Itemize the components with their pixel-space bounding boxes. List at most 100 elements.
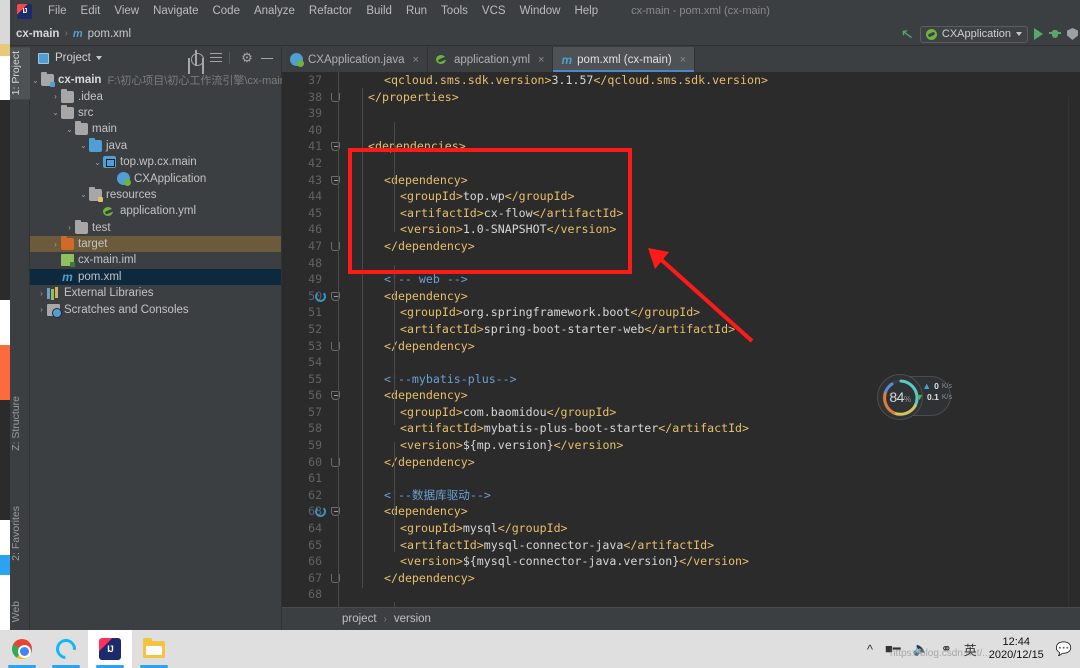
- menu-item-vcs[interactable]: VCS: [475, 3, 513, 19]
- collapse-all-icon[interactable]: [208, 50, 224, 66]
- code-line[interactable]: <groupId>com.baomidou</groupId>: [352, 404, 1080, 421]
- code-line[interactable]: [352, 122, 1080, 139]
- code-line[interactable]: </dependency>: [352, 454, 1080, 471]
- taskbar-qq[interactable]: [44, 630, 88, 668]
- code-line[interactable]: <groupId>top.wp</groupId>: [352, 188, 1080, 205]
- breadcrumb-project[interactable]: cx-main: [16, 28, 59, 40]
- code-line[interactable]: <dependency>: [352, 503, 1080, 520]
- tree-item-pom-xml[interactable]: m pom.xml: [30, 268, 281, 286]
- chevron-right-icon[interactable]: ›: [36, 305, 47, 314]
- sidebar-item-web[interactable]: Web: [10, 597, 30, 626]
- code-line[interactable]: </dependency>: [352, 338, 1080, 355]
- chevron-down-icon[interactable]: ⌄: [78, 190, 89, 199]
- tree-item-idea[interactable]: › .idea: [30, 88, 281, 104]
- code-line[interactable]: </dependency>: [352, 238, 1080, 255]
- run-icon[interactable]: [1034, 28, 1043, 40]
- tab-pom-xml[interactable]: m pom.xml (cx-main) ×: [553, 47, 696, 72]
- chevron-right-icon[interactable]: ›: [50, 92, 61, 101]
- tree-item-java[interactable]: ⌄ java: [30, 137, 281, 154]
- code-line[interactable]: <artifactId>mysql-connector-java</artifa…: [352, 537, 1080, 554]
- tree-item-external-libraries[interactable]: › External Libraries: [30, 285, 281, 301]
- tree-item-top-wp-cx-main[interactable]: ⌄ top.wp.cx.main: [30, 154, 281, 170]
- code-line[interactable]: <artifactId>spring-boot-starter-web</art…: [352, 321, 1080, 338]
- taskbar-explorer[interactable]: [132, 630, 176, 668]
- coverage-icon[interactable]: [1067, 28, 1078, 40]
- editor-gutter[interactable]: 37 38 39 40 41 42 43 44 45 46 47 48 49 50 51 52 53 54 55 56…: [282, 72, 352, 607]
- taskbar-intellij[interactable]: [88, 630, 132, 668]
- debug-icon[interactable]: [1049, 28, 1061, 40]
- code-line[interactable]: </dependency>: [352, 570, 1080, 587]
- hide-icon[interactable]: [259, 50, 275, 66]
- menu-item-edit[interactable]: Edit: [74, 3, 108, 19]
- breadcrumb-version-node[interactable]: version: [394, 613, 431, 625]
- chevron-right-icon[interactable]: ›: [50, 240, 61, 249]
- close-icon[interactable]: ×: [413, 54, 419, 66]
- tree-item-cx-main[interactable]: ⌄ cx-main F:\初心项目\初心工作流引擎\cx-main: [30, 72, 286, 88]
- menu-item-refactor[interactable]: Refactor: [302, 3, 359, 19]
- maven-reload-icon[interactable]: [315, 506, 326, 518]
- code-line[interactable]: <artifactId>mybatis-plus-boot-starter</a…: [352, 420, 1080, 437]
- chevron-down-icon[interactable]: ⌄: [64, 125, 75, 134]
- maven-reload-icon[interactable]: [315, 290, 326, 302]
- performance-widget[interactable]: 84% ▲ 0 K/s ▼ 0.1 K/s: [877, 374, 952, 420]
- tree-item-application-yml[interactable]: application.yml: [30, 203, 281, 219]
- tab-application-yml[interactable]: application.yml ×: [428, 47, 554, 72]
- chevron-down-icon[interactable]: ⌄: [30, 76, 41, 85]
- code-line[interactable]: [352, 105, 1080, 122]
- tree-item-scratches-and-consoles[interactable]: › Scratches and Consoles: [30, 301, 281, 318]
- code-line[interactable]: [352, 354, 1080, 371]
- scrollbar-marker-column[interactable]: [1068, 97, 1080, 607]
- tree-item-resources[interactable]: ⌄ resources: [30, 186, 281, 203]
- chevron-down-icon[interactable]: [95, 56, 102, 60]
- menu-item-navigate[interactable]: Navigate: [146, 3, 205, 19]
- code-line[interactable]: <artifactId>cx-flow</artifactId>: [352, 205, 1080, 222]
- source-code[interactable]: <qcloud.sms.sdk.version>3.1.57</qcloud.s…: [352, 72, 1080, 630]
- chevron-right-icon[interactable]: ›: [36, 289, 47, 298]
- menu-item-file[interactable]: File: [41, 3, 74, 19]
- taskbar-chrome[interactable]: [0, 630, 44, 668]
- tab-cxapplication-java[interactable]: CXApplication.java ×: [282, 47, 428, 72]
- code-line[interactable]: [352, 255, 1080, 272]
- code-line[interactable]: <!--数据库驱动-->: [352, 487, 1080, 504]
- code-line[interactable]: <!-- web -->: [352, 271, 1080, 288]
- sidebar-item-structure[interactable]: Z: Structure: [10, 392, 30, 455]
- notifications-icon[interactable]: 💬: [1056, 641, 1072, 657]
- code-line[interactable]: [352, 155, 1080, 172]
- close-icon[interactable]: ×: [680, 54, 686, 66]
- code-line[interactable]: <version>${mp.version}</version>: [352, 437, 1080, 454]
- breadcrumb-project-node[interactable]: project: [342, 613, 377, 625]
- code-line[interactable]: <version>1.0-SNAPSHOT</version>: [352, 221, 1080, 238]
- menu-item-window[interactable]: Window: [513, 3, 568, 19]
- close-icon[interactable]: ×: [538, 54, 544, 66]
- back-arrow-icon[interactable]: ↖: [900, 25, 915, 44]
- chevron-down-icon[interactable]: ⌄: [78, 141, 89, 150]
- code-line[interactable]: <!--mybatis-plus-->: [352, 371, 1080, 388]
- settings-gear-icon[interactable]: ⚙: [239, 50, 255, 66]
- sidebar-item-project[interactable]: 1: Project: [10, 47, 30, 100]
- tree-item-main[interactable]: ⌄ main: [30, 121, 281, 137]
- menu-item-run[interactable]: Run: [399, 3, 434, 19]
- menu-item-code[interactable]: Code: [205, 3, 247, 19]
- tree-item-cx-main-iml[interactable]: cx-main.iml: [30, 252, 281, 268]
- menu-item-tools[interactable]: Tools: [434, 3, 475, 19]
- code-line[interactable]: <version>${mysql-connector-java.version}…: [352, 553, 1080, 570]
- menu-item-build[interactable]: Build: [359, 3, 399, 19]
- tree-item-cxapplication[interactable]: CXApplication: [30, 170, 281, 187]
- code-line[interactable]: [352, 470, 1080, 487]
- code-line[interactable]: <groupId>mysql</groupId>: [352, 520, 1080, 537]
- chevron-right-icon[interactable]: ›: [64, 223, 75, 232]
- chevron-down-icon[interactable]: ⌄: [50, 108, 61, 117]
- tree-item-src[interactable]: ⌄ src: [30, 104, 281, 121]
- menu-item-analyze[interactable]: Analyze: [247, 3, 302, 19]
- menu-item-view[interactable]: View: [107, 3, 146, 19]
- chevron-up-icon[interactable]: ^: [867, 642, 873, 657]
- code-line[interactable]: <dependency>: [352, 172, 1080, 189]
- clock[interactable]: 12:44 2020/12/15: [989, 636, 1044, 662]
- tree-item-target[interactable]: › target: [30, 235, 281, 253]
- code-line[interactable]: <dependency>: [352, 288, 1080, 305]
- code-line[interactable]: <qcloud.sms.sdk.version>3.1.57</qcloud.s…: [352, 72, 1080, 89]
- menu-item-help[interactable]: Help: [567, 3, 605, 19]
- run-configuration-selector[interactable]: CXApplication: [919, 25, 1028, 43]
- sidebar-item-favorites[interactable]: 2: Favorites: [10, 502, 30, 565]
- tree-item-test[interactable]: › test: [30, 219, 281, 236]
